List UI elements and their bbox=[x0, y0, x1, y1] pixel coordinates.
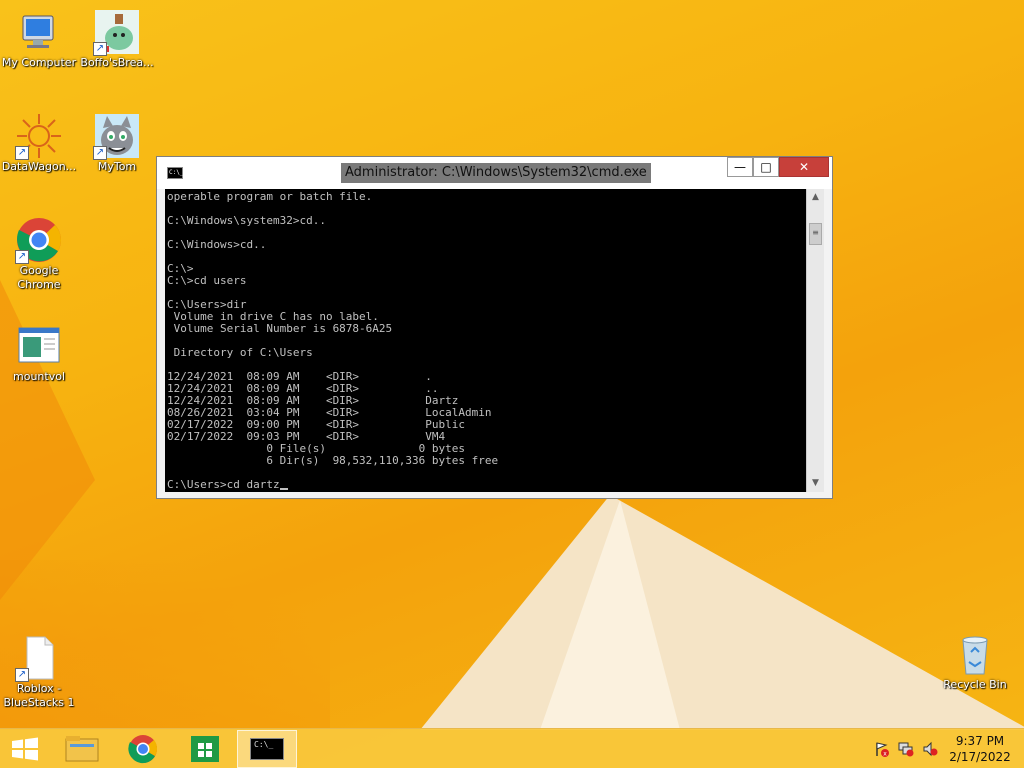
scrollbar-thumb[interactable]: ≡ bbox=[809, 223, 822, 245]
scroll-down-arrow-icon[interactable]: ▼ bbox=[807, 475, 824, 492]
start-button[interactable] bbox=[0, 730, 50, 768]
sun-logo-icon: ↗ bbox=[15, 112, 63, 160]
desktop-icon-mytom[interactable]: ↗ MyTom bbox=[78, 112, 156, 174]
close-button[interactable]: ✕ bbox=[779, 157, 829, 177]
cmd-prompt-icon[interactable]: C:\_ bbox=[167, 167, 183, 179]
clock-time: 9:37 PM bbox=[955, 734, 1005, 748]
console-text: operable program or batch file. C:\Windo… bbox=[165, 189, 806, 479]
desktop-icon-roblox-bluestacks[interactable]: ↗ Roblox - BlueStacks 1 bbox=[0, 634, 78, 710]
desktop-icon-boffos-breakfast[interactable]: ↗ Boffo'sBrea... bbox=[78, 8, 156, 70]
shortcut-arrow-icon: ↗ bbox=[15, 250, 29, 264]
cmd-prompt-icon: C:\_ bbox=[250, 738, 284, 760]
text-cursor bbox=[279, 488, 288, 490]
store-icon bbox=[191, 736, 219, 762]
volume-muted-icon[interactable] bbox=[922, 741, 938, 757]
shortcut-arrow-icon: ↗ bbox=[93, 146, 107, 160]
chrome-icon: ↗ bbox=[15, 216, 63, 264]
blank-file-icon: ↗ bbox=[15, 634, 63, 682]
taskbar-file-explorer[interactable] bbox=[52, 730, 112, 768]
computer-icon bbox=[15, 8, 63, 56]
vertical-scrollbar[interactable]: ▲ ≡ ▼ bbox=[806, 189, 824, 492]
console-line: C:\Windows\system32>cd.. bbox=[167, 214, 326, 227]
taskbar: C:\_ x 9:37 PM 2/17/2022 bbox=[0, 728, 1024, 768]
wallpaper-shape-highlight bbox=[540, 500, 680, 730]
console-line: C:\>cd users bbox=[167, 274, 247, 287]
cmd-window[interactable]: C:\_ Administrator: C:\Windows\System32\… bbox=[156, 156, 833, 499]
clock-date: 2/17/2022 bbox=[949, 750, 1011, 764]
desktop-icon-recycle-bin[interactable]: Recycle Bin bbox=[936, 630, 1014, 692]
google-chrome-label: Google Chrome bbox=[17, 264, 61, 291]
cat-face-icon: ↗ bbox=[93, 112, 141, 160]
cmd-titlebar[interactable]: C:\_ Administrator: C:\Windows\System32\… bbox=[157, 157, 832, 189]
minimize-button[interactable]: — bbox=[727, 157, 753, 177]
console-line: C:\Windows>cd.. bbox=[167, 238, 267, 251]
scroll-up-arrow-icon[interactable]: ▲ bbox=[807, 189, 824, 206]
recycle-bin-icon bbox=[951, 630, 999, 678]
svg-text:x: x bbox=[883, 751, 887, 758]
cartoon-character-icon: ↗ bbox=[93, 8, 141, 56]
taskbar-store[interactable] bbox=[175, 730, 235, 768]
shortcut-arrow-icon: ↗ bbox=[15, 668, 29, 682]
desktop-icon-datawagon[interactable]: ↗ DataWagon... bbox=[0, 112, 78, 174]
desktop-icon-google-chrome[interactable]: ↗ Google Chrome bbox=[0, 216, 78, 292]
desktop-icon-mountvol[interactable]: mountvol bbox=[0, 322, 78, 384]
roblox-bluestacks-label: Roblox - BlueStacks 1 bbox=[3, 682, 75, 709]
folder-icon bbox=[65, 736, 99, 762]
taskbar-cmd[interactable]: C:\_ bbox=[237, 730, 297, 768]
console-output[interactable]: operable program or batch file. C:\Windo… bbox=[165, 189, 806, 492]
network-icon[interactable] bbox=[898, 741, 914, 757]
prompt-line: C:\Users>cd dartz bbox=[167, 478, 280, 491]
console-line: operable program or batch file. bbox=[167, 190, 373, 203]
console-line: Volume Serial Number is 6878-6A25 bbox=[167, 322, 393, 335]
desktop-icon-my-computer[interactable]: My Computer bbox=[0, 8, 78, 70]
taskbar-chrome[interactable] bbox=[113, 730, 173, 768]
taskbar-clock[interactable]: 9:37 PM 2/17/2022 bbox=[940, 733, 1020, 765]
console-line: C:\> bbox=[167, 262, 194, 275]
shortcut-arrow-icon: ↗ bbox=[93, 42, 107, 56]
document-window-icon bbox=[15, 322, 63, 370]
wallpaper-shape-fold bbox=[420, 495, 1024, 730]
maximize-button[interactable]: □ bbox=[753, 157, 779, 177]
shortcut-arrow-icon: ↗ bbox=[15, 146, 29, 160]
windows-logo-icon bbox=[12, 737, 38, 761]
console-line: Directory of C:\Users bbox=[167, 346, 313, 359]
console-line: 6 Dir(s) 98,532,110,336 bytes free bbox=[167, 454, 499, 467]
window-title: Administrator: C:\Windows\System32\cmd.e… bbox=[341, 163, 651, 183]
console-prompt[interactable]: C:\Users>cd dartz bbox=[165, 479, 806, 491]
action-center-flag-icon[interactable]: x bbox=[874, 741, 890, 758]
chrome-icon bbox=[128, 735, 158, 764]
